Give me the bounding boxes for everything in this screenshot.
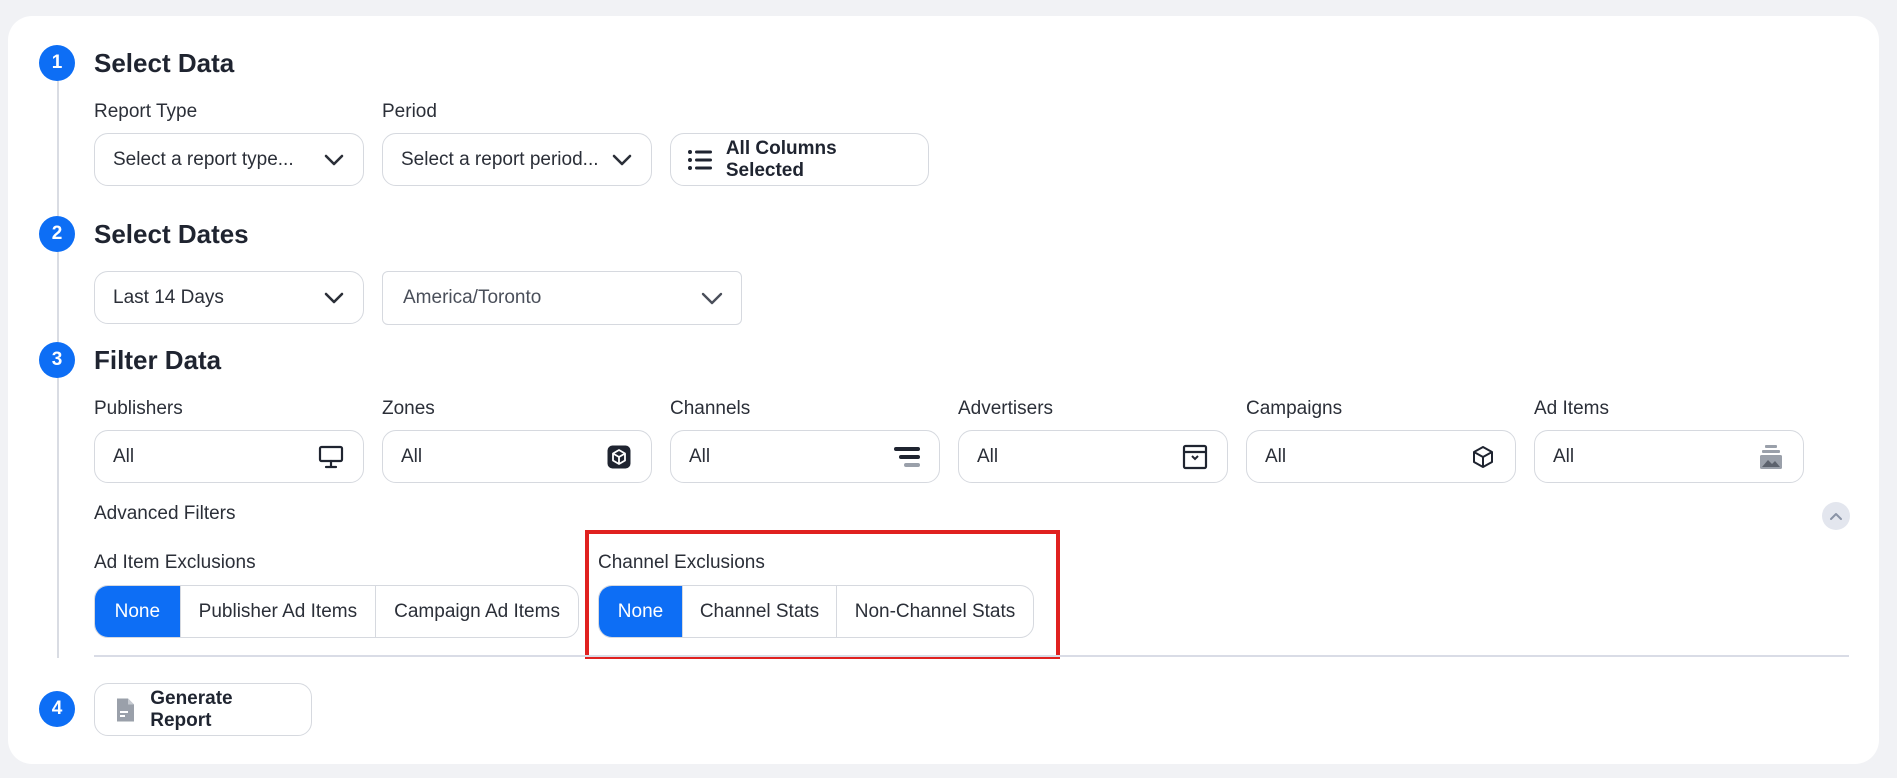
step-1-badge: 1 xyxy=(39,45,75,81)
ad-items-icon xyxy=(1757,443,1785,471)
generate-report-button[interactable]: Generate Report xyxy=(94,683,312,736)
zones-filter[interactable]: All xyxy=(382,430,652,483)
publishers-filter[interactable]: All xyxy=(94,430,364,483)
step-4-badge: 4 xyxy=(39,691,75,727)
advertisers-value: All xyxy=(977,445,999,467)
report-type-select[interactable]: Select a report type... xyxy=(94,133,364,186)
ad-item-exclusions-none[interactable]: None xyxy=(95,586,180,637)
report-type-value: Select a report type... xyxy=(113,148,294,170)
step-3-badge: 3 xyxy=(39,342,75,378)
annotation-highlight-box xyxy=(585,530,1060,659)
generate-report-label: Generate Report xyxy=(150,687,233,731)
period-select[interactable]: Select a report period... xyxy=(382,133,652,186)
document-icon xyxy=(111,696,138,724)
channels-filter[interactable]: All xyxy=(670,430,940,483)
ad-item-exclusions-campaign[interactable]: Campaign Ad Items xyxy=(375,586,578,637)
ad-items-value: All xyxy=(1553,445,1575,467)
list-icon xyxy=(687,146,714,174)
period-value: Select a report period... xyxy=(401,148,599,170)
step-2-badge: 2 xyxy=(39,216,75,252)
ad-items-filter[interactable]: All xyxy=(1534,430,1804,483)
date-range-value: Last 14 Days xyxy=(113,286,224,308)
timezone-value: America/Toronto xyxy=(403,287,542,308)
zone-cube-icon xyxy=(605,443,633,471)
publishers-value: All xyxy=(113,445,135,467)
ad-item-exclusions-publisher[interactable]: Publisher Ad Items xyxy=(179,586,375,637)
campaign-box-icon xyxy=(1469,443,1497,471)
advanced-filters-title: Advanced Filters xyxy=(94,503,236,524)
chevron-down-icon xyxy=(323,149,345,171)
date-range-select[interactable]: Last 14 Days xyxy=(94,271,364,324)
channels-icon xyxy=(893,443,921,471)
chevron-down-icon xyxy=(701,287,723,309)
collapse-advanced-button[interactable] xyxy=(1822,502,1850,530)
period-label: Period xyxy=(382,101,437,122)
advertisers-filter[interactable]: All xyxy=(958,430,1228,483)
channels-label: Channels xyxy=(670,398,751,419)
advertiser-icon xyxy=(1181,443,1209,471)
zones-label: Zones xyxy=(382,398,435,419)
chevron-down-icon xyxy=(611,149,633,171)
step-2-title: Select Dates xyxy=(94,219,249,249)
ad-item-exclusions-label: Ad Item Exclusions xyxy=(94,552,256,573)
columns-button[interactable]: All Columns Selected xyxy=(670,133,929,186)
campaigns-label: Campaigns xyxy=(1246,398,1343,419)
monitor-icon xyxy=(317,443,345,471)
timezone-select[interactable]: America/Toronto xyxy=(382,271,742,325)
zones-value: All xyxy=(401,445,423,467)
step-3-title: Filter Data xyxy=(94,345,222,375)
chevron-down-icon xyxy=(323,287,345,309)
report-type-label: Report Type xyxy=(94,101,198,122)
ad-items-label: Ad Items xyxy=(1534,398,1609,419)
campaigns-value: All xyxy=(1265,445,1287,467)
section-divider xyxy=(94,655,1849,657)
chevron-up-icon xyxy=(1829,512,1843,521)
ad-item-exclusions-toggle: None Publisher Ad Items Campaign Ad Item… xyxy=(94,585,579,638)
advertisers-label: Advertisers xyxy=(958,398,1054,419)
campaigns-filter[interactable]: All xyxy=(1246,430,1516,483)
step-1-title: Select Data xyxy=(94,48,235,78)
publishers-label: Publishers xyxy=(94,398,183,419)
columns-button-label: All Columns Selected xyxy=(725,137,837,181)
channels-value: All xyxy=(689,445,711,467)
